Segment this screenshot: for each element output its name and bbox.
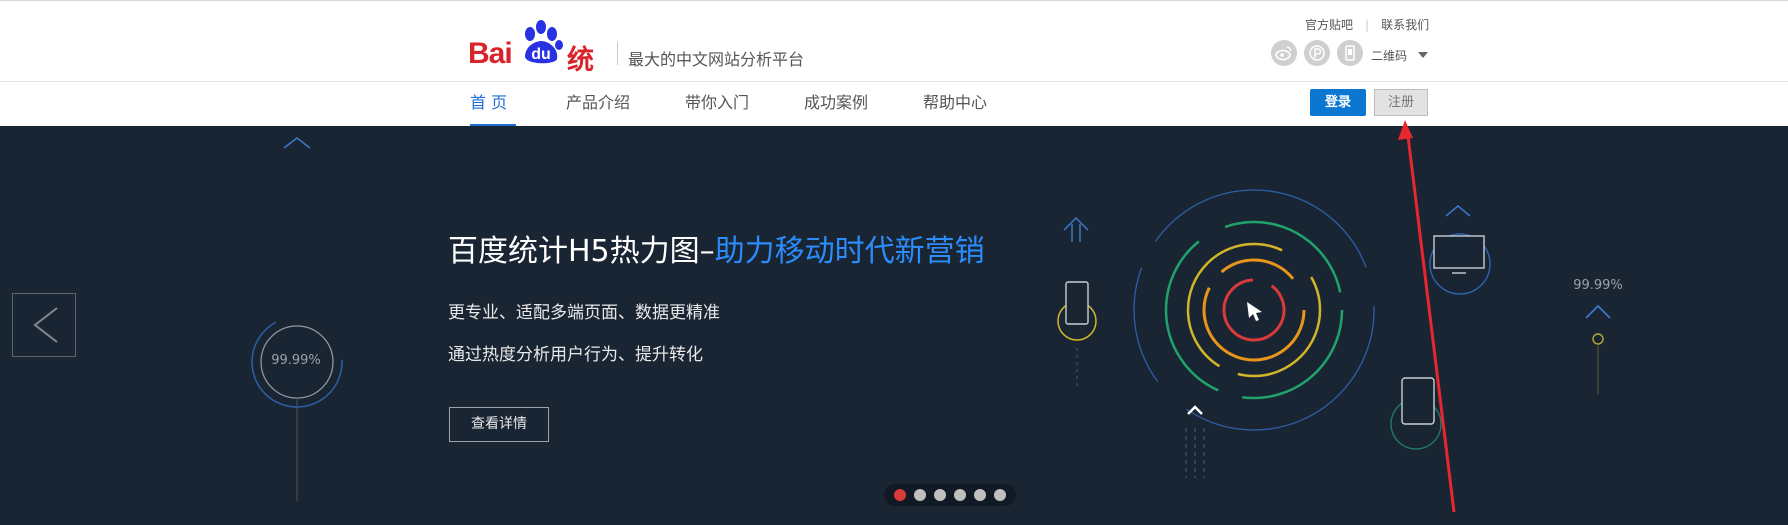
logo-bai-text: Bai [468, 37, 513, 70]
view-details-button[interactable]: 查看详情 [449, 407, 549, 442]
site-slogan: 最大的中文网站分析平台 [628, 50, 805, 69]
banner-title-plain: 百度统计H5热力图– [448, 234, 715, 269]
baidu-tongji-logo[interactable]: Bai du 统计 [468, 19, 613, 115]
slide-dot[interactable] [894, 489, 906, 501]
cursor-icon [1247, 302, 1262, 321]
slide-indicators [884, 484, 1016, 506]
chevron-up-icon [1585, 304, 1611, 319]
chevron-up-icon [1445, 205, 1471, 217]
site-header: Bai du 统计 最大的中文网站分析平台 官方贴吧 | 联系我们 二维码 [0, 0, 1788, 115]
chevron-up-icon [1187, 405, 1203, 415]
monitor-icon [1433, 235, 1485, 269]
slide-dot[interactable] [994, 489, 1006, 501]
baidu-paw-icon: du [525, 20, 563, 64]
chevron-down-icon[interactable] [1418, 52, 1428, 58]
hero-banner: 99.99% 99.99% 百度统计H5热力图–助力移动时代新营销 更专业、适配… [0, 126, 1788, 525]
gauge-left-value: 99.99% [271, 353, 321, 368]
banner-decoration [251, 137, 1611, 501]
gauge-dot [1592, 333, 1604, 345]
banner-subtitle-2: 通过热度分析用户行为、提升转化 [448, 345, 703, 365]
chevron-up-icon [283, 137, 311, 149]
slide-dot[interactable] [934, 489, 946, 501]
weibo-icon[interactable] [1271, 40, 1297, 66]
phone-icon [1065, 281, 1089, 325]
chevron-up-icon [1063, 216, 1089, 231]
nav-success-cases[interactable]: 成功案例 [804, 82, 868, 127]
mobile-app-icon[interactable] [1337, 40, 1363, 66]
chevron-left-icon [33, 307, 58, 343]
nav-product-intro[interactable]: 产品介绍 [566, 82, 630, 127]
slide-dot[interactable] [974, 489, 986, 501]
link-contact-us[interactable]: 联系我们 [1381, 16, 1429, 33]
tieba-icon[interactable] [1304, 40, 1330, 66]
top-link-divider: | [1365, 18, 1370, 32]
tablet-icon [1401, 377, 1435, 425]
banner-subtitle-1: 更专业、适配多端页面、数据更精准 [448, 303, 720, 323]
slide-dot[interactable] [914, 489, 926, 501]
nav-help-center[interactable]: 帮助中心 [923, 82, 987, 127]
qr-code-label[interactable]: 二维码 [1371, 47, 1407, 64]
logo-divider [617, 42, 618, 65]
link-official-tieba[interactable]: 官方贴吧 [1305, 16, 1353, 33]
nav-getting-started[interactable]: 带你入门 [685, 82, 749, 127]
banner-title: 百度统计H5热力图–助力移动时代新营销 [448, 226, 985, 270]
main-nav: 首 页 产品介绍 带你入门 成功案例 帮助中心 [0, 81, 1788, 127]
gauge-right-value: 99.99% [1573, 278, 1623, 293]
register-button[interactable]: 注册 [1374, 89, 1428, 116]
banner-title-highlight: 助力移动时代新营销 [714, 234, 985, 269]
logo-du-text: du [531, 46, 551, 63]
login-button[interactable]: 登录 [1310, 89, 1366, 116]
top-links: 官方贴吧 | 联系我们 [1305, 16, 1429, 33]
prev-slide-button[interactable] [12, 293, 76, 357]
nav-home[interactable]: 首 页 [470, 82, 516, 127]
slide-dot[interactable] [954, 489, 966, 501]
